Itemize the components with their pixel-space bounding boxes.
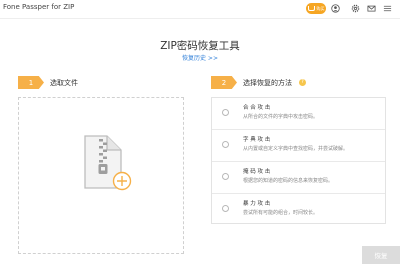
page-title: ZIP密码恢复工具: [160, 40, 240, 52]
method-radio[interactable]: [222, 141, 229, 148]
step-2-badge: 2: [211, 76, 237, 89]
method-radio[interactable]: [222, 173, 229, 180]
file-dropzone[interactable]: [18, 97, 184, 254]
add-file-icon: [112, 171, 132, 191]
recovery-methods-panel: 合 合 攻 击 从所合的文件的字典中攻击密码。 字 典 攻 击 从内置或自定义字…: [211, 97, 386, 224]
menu-icon[interactable]: [383, 4, 392, 13]
step-2-label: 选择恢复的方法: [243, 79, 292, 87]
method-radio[interactable]: [222, 205, 229, 212]
method-title: 掩 码 攻 击: [243, 169, 271, 175]
recover-button[interactable]: 恢复: [362, 246, 400, 264]
method-description: 从所合的文件的字典中攻击密码。: [243, 114, 319, 120]
help-icon[interactable]: ?: [299, 79, 306, 86]
method-radio[interactable]: [222, 109, 229, 116]
method-title: 字 典 攻 击: [243, 137, 271, 143]
title-bar: Fone Passper for ZIP 购买: [0, 0, 400, 19]
method-description: 尝试所有可能的组合，时间较长。: [243, 210, 319, 216]
method-description: 从内置或自定义字典中查找密码，并尝试破解。: [243, 146, 349, 152]
step-1-label: 选取文件: [50, 79, 78, 87]
app-title: Fone Passper for ZIP: [3, 3, 75, 11]
method-mask-attack[interactable]: 掩 码 攻 击 根据您的知道的密码的信息来恢复密码。: [212, 162, 385, 194]
buy-button[interactable]: 购买: [306, 3, 326, 14]
method-title: 暴 力 攻 击: [243, 201, 271, 207]
method-title: 合 合 攻 击: [243, 105, 271, 111]
user-icon[interactable]: [331, 4, 340, 13]
method-description: 根据您的知道的密码的信息来恢复密码。: [243, 178, 334, 184]
method-brute-force-attack[interactable]: 暴 力 攻 击 尝试所有可能的组合，时间较长。: [212, 194, 385, 225]
step-1-badge: 1: [18, 76, 44, 89]
cart-icon: [307, 6, 315, 11]
buy-label: 购买: [316, 5, 325, 11]
settings-icon[interactable]: [351, 4, 360, 13]
method-combination-attack[interactable]: 合 合 攻 击 从所合的文件的字典中攻击密码。: [212, 98, 385, 130]
recovery-history-link[interactable]: 恢复历史 >>: [0, 53, 400, 62]
mail-icon[interactable]: [367, 4, 376, 13]
zip-file-icon: [84, 135, 132, 191]
method-dictionary-attack[interactable]: 字 典 攻 击 从内置或自定义字典中查找密码，并尝试破解。: [212, 130, 385, 162]
